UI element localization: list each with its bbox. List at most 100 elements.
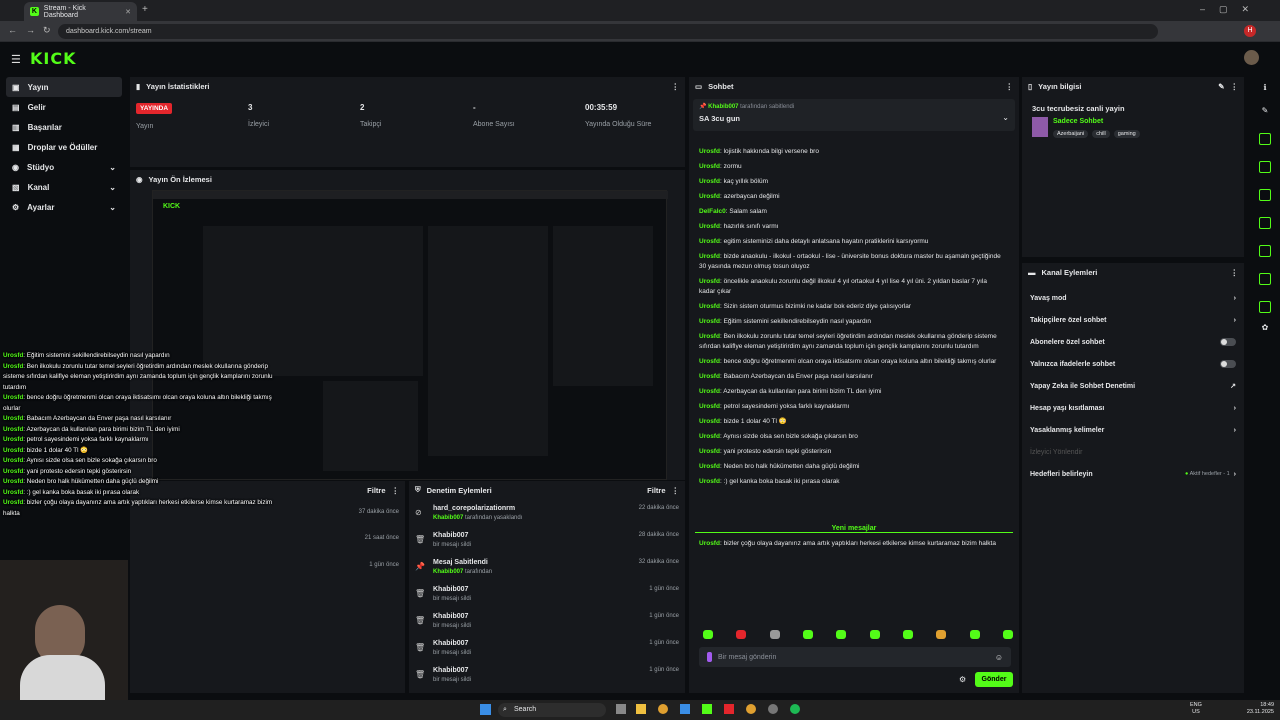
more-icon[interactable]: ⋮ (1231, 82, 1239, 91)
chat-username[interactable]: Urosfd (699, 403, 720, 410)
edit-icon[interactable]: ✎ (1218, 82, 1224, 91)
chat-username[interactable]: Urosfd (699, 148, 720, 155)
emote-icon[interactable] (1002, 630, 1013, 639)
chat-username[interactable]: Urosfd (699, 373, 720, 380)
more-icon[interactable]: ⋮ (672, 82, 680, 91)
spotify-icon[interactable] (790, 704, 800, 714)
chat-username[interactable]: Urosfd (699, 238, 720, 245)
filter-button[interactable]: Filtre (367, 486, 385, 495)
chat-username[interactable]: DelFalc0 (699, 208, 726, 215)
chrome-icon[interactable] (746, 704, 756, 714)
emote-icon[interactable] (769, 630, 780, 639)
app-icon[interactable] (702, 704, 712, 714)
sidebar-item-studyo[interactable]: ◉ Stüdyo ⌄ (6, 157, 122, 177)
emote-icon[interactable] (836, 630, 847, 639)
chat-username[interactable]: Urosfd (699, 318, 720, 325)
emote-icon[interactable] (902, 630, 913, 639)
back-icon[interactable]: ← (8, 25, 17, 35)
wrench-icon[interactable] (1259, 301, 1271, 313)
bolt-icon[interactable] (1259, 161, 1271, 173)
window-controls[interactable]: –▢✕ (1200, 4, 1263, 15)
settings-icon[interactable]: ✿ (1250, 323, 1280, 332)
app-icon[interactable] (768, 704, 778, 714)
windows-start-icon[interactable] (480, 704, 491, 715)
chat-username[interactable]: Urosfd (699, 333, 720, 340)
language-indicator[interactable]: ENG US (1190, 702, 1202, 716)
emote-icon[interactable] (936, 630, 947, 639)
code-icon[interactable] (1259, 245, 1271, 257)
emote-only-toggle[interactable] (1220, 360, 1236, 368)
chevron-down-icon[interactable]: ⌄ (1002, 113, 1009, 122)
action-set-goals[interactable]: Hedefleri belirleyin ● Aktif hedefler - 1… (1022, 463, 1244, 485)
chat-username[interactable]: Urosfd (699, 193, 720, 200)
sidebar-item-gelir[interactable]: ▤ Gelir (6, 97, 122, 117)
sidebar-item-basarilar[interactable]: ▥ Başarılar (6, 117, 122, 137)
forward-icon[interactable]: → (26, 25, 35, 35)
camera-icon[interactable] (1259, 133, 1271, 145)
chat-username[interactable]: Urosfd (699, 433, 720, 440)
menu-icon[interactable]: ☰ (11, 53, 21, 66)
tag-chip[interactable]: Azerbaijani (1053, 130, 1089, 138)
chrome-icon[interactable] (658, 704, 668, 714)
store-icon[interactable] (680, 704, 690, 714)
kick-logo[interactable]: KICK (30, 49, 77, 68)
emote-icon[interactable] (703, 630, 713, 639)
profile-icon[interactable]: H (1244, 25, 1256, 37)
taskbar-search[interactable]: ⌕ Search (498, 703, 606, 717)
action-ai-moderation[interactable]: Yapay Zeka ile Sohbet Denetimi ↗ (1022, 375, 1244, 397)
action-banned-words[interactable]: Yasaklanmış kelimeler › (1022, 419, 1244, 441)
chat-username[interactable]: Urosfd (699, 163, 720, 170)
category-name[interactable]: Sadece Sohbet (1053, 118, 1103, 125)
sidebar-item-ayarlar[interactable]: ⚙ Ayarlar ⌄ (6, 197, 122, 217)
app-icon[interactable] (724, 704, 734, 714)
emote-icon[interactable] (802, 630, 813, 639)
action-account-age[interactable]: Hesap yaşı kısıtlaması › (1022, 397, 1244, 419)
close-tab-icon[interactable]: ✕ (125, 8, 131, 16)
more-icon[interactable]: ⋮ (672, 486, 680, 495)
chat-username[interactable]: Urosfd (699, 178, 720, 185)
reload-icon[interactable]: ↻ (43, 25, 51, 36)
sidebar-item-droplar[interactable]: ▦ Droplar ve Ödüller (6, 137, 122, 157)
new-tab-icon[interactable]: + (142, 4, 148, 15)
subscribers-only-toggle[interactable] (1220, 338, 1236, 346)
clock[interactable]: 18:49 23.11.2025 (1238, 702, 1274, 716)
chat-username[interactable]: Urosfd (699, 223, 720, 230)
emote-icon[interactable] (969, 630, 980, 639)
chat-username[interactable]: Urosfd (699, 478, 720, 485)
action-slow-mode[interactable]: Yavaş mod › (1022, 287, 1244, 309)
action-followers-only[interactable]: Takipçilere özel sohbet › (1022, 309, 1244, 331)
file-explorer-icon[interactable] (636, 704, 646, 714)
chat-username[interactable]: Urosfd (699, 303, 720, 310)
chat-settings-icon[interactable]: ⚙ (959, 675, 966, 684)
filter-button[interactable]: Filtre (647, 486, 665, 495)
sidebar-item-kanal[interactable]: ▧ Kanal ⌄ (6, 177, 122, 197)
chat-username[interactable]: Urosfd (699, 540, 720, 547)
edit-icon[interactable]: ✎ (1250, 106, 1280, 115)
layout-icon[interactable] (1259, 273, 1271, 285)
emote-icon[interactable] (869, 630, 880, 639)
avatar[interactable] (1244, 50, 1259, 65)
pinned-message[interactable]: 📌 Khabib007 tarafından sabitlendi SA 3cu… (693, 99, 1015, 131)
tag-chip[interactable]: chill (1092, 130, 1110, 138)
address-bar[interactable]: dashboard.kick.com/stream (58, 24, 1158, 39)
send-button[interactable]: Gönder (975, 672, 1013, 687)
task-view-icon[interactable] (616, 704, 626, 714)
chat-username[interactable]: Urosfd (699, 463, 720, 470)
tag-chip[interactable]: gaming (1113, 130, 1140, 138)
chat-username[interactable]: Urosfd (699, 253, 720, 260)
browser-tab[interactable]: K Stream - Kick Dashboard ✕ (24, 2, 137, 21)
info-icon[interactable]: ℹ (1250, 83, 1280, 92)
more-icon[interactable]: ⋮ (392, 486, 400, 495)
chat-username[interactable]: Urosfd (699, 278, 720, 285)
more-icon[interactable]: ⋮ (1231, 268, 1239, 277)
chat-username[interactable]: Urosfd (699, 388, 720, 395)
chat-username[interactable]: Urosfd (699, 358, 720, 365)
emoji-icon[interactable]: ☺ (995, 653, 1003, 662)
chat-username[interactable]: Urosfd (699, 448, 720, 455)
emote-icon[interactable] (736, 630, 747, 639)
more-icon[interactable]: ⋮ (1006, 82, 1014, 91)
chat-username[interactable]: Urosfd (699, 418, 720, 425)
document-icon[interactable] (1259, 189, 1271, 201)
chat-input[interactable]: Bir mesaj gönderin ☺ (699, 647, 1011, 667)
sidebar-item-yayin[interactable]: ▣ Yayın (6, 77, 122, 97)
